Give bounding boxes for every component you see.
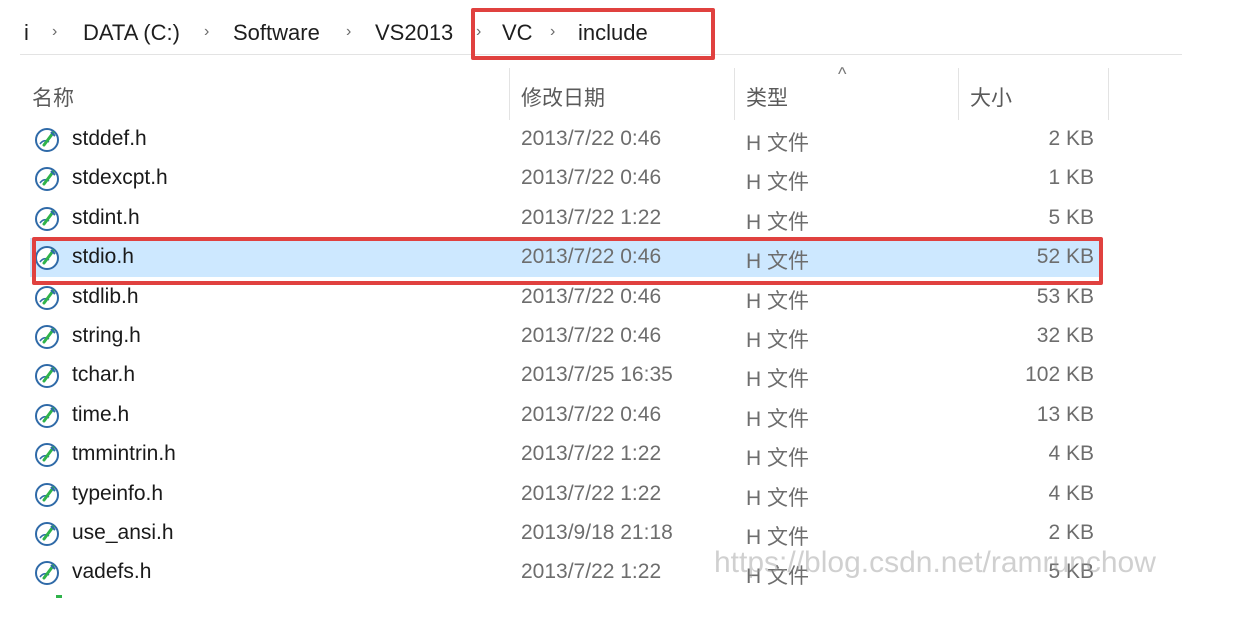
- file-name: typeinfo.h: [72, 481, 164, 505]
- c-header-file-icon: [34, 324, 60, 350]
- file-modified-date: 2013/7/22 1:22: [521, 205, 662, 229]
- file-size: 1 KB: [1048, 166, 1094, 190]
- file-size: 102 KB: [1025, 363, 1094, 387]
- column-header-size[interactable]: 大小: [970, 82, 1012, 112]
- file-name: time.h: [72, 402, 130, 426]
- file-size: 2 KB: [1048, 127, 1094, 150]
- c-header-file-icon: [34, 127, 60, 153]
- file-modified-date: 2013/7/22 1:22: [521, 442, 662, 466]
- file-modified-date: 2013/7/22 0:46: [521, 402, 662, 426]
- column-divider[interactable]: [734, 68, 735, 120]
- c-header-file-icon: [34, 206, 60, 232]
- file-name: stddef.h: [72, 127, 147, 150]
- file-size: 5 KB: [1048, 205, 1094, 229]
- file-name: stdexcpt.h: [72, 166, 168, 190]
- c-header-file-icon: [34, 403, 60, 429]
- breadcrumb-lead-glyph: i: [24, 20, 29, 45]
- breadcrumb-item-data-drive[interactable]: DATA (C:): [83, 20, 180, 46]
- c-header-file-icon: [34, 521, 60, 547]
- sort-ascending-icon: ^: [838, 64, 847, 84]
- breadcrumb-highlight-box: [471, 8, 715, 60]
- file-type: H 文件: [746, 289, 809, 313]
- file-size: 32 KB: [1036, 324, 1094, 347]
- file-modified-date: 2013/7/22 0:46: [521, 284, 662, 308]
- file-type: H 文件: [746, 486, 809, 510]
- file-size: 4 KB: [1048, 481, 1094, 505]
- file-type: H 文件: [746, 329, 809, 352]
- file-type: H 文件: [746, 132, 809, 155]
- c-header-file-icon: [34, 482, 60, 508]
- c-header-file-icon: [34, 166, 60, 192]
- file-row[interactable]: time.h 2013/7/22 0:46 H 文件 13 KB: [30, 396, 1100, 435]
- file-type: H 文件: [746, 447, 809, 471]
- file-type: H 文件: [746, 407, 809, 431]
- breadcrumb-item-software[interactable]: Software: [233, 20, 320, 46]
- column-divider[interactable]: [958, 68, 959, 120]
- file-modified-date: 2013/7/22 0:46: [521, 127, 662, 150]
- file-type: H 文件: [746, 171, 809, 195]
- file-modified-date: 2013/7/22 0:46: [521, 324, 662, 347]
- file-size: 2 KB: [1048, 521, 1094, 544]
- c-header-file-icon: [34, 363, 60, 389]
- file-modified-date: 2013/7/22 0:46: [521, 166, 662, 190]
- c-header-file-icon: [34, 442, 60, 468]
- breadcrumb-chevron-icon[interactable]: ›: [52, 23, 57, 41]
- file-row[interactable]: string.h 2013/7/22 0:46 H 文件 32 KB: [30, 317, 1100, 356]
- breadcrumb-chevron-icon[interactable]: ›: [346, 23, 351, 41]
- file-row[interactable]: tchar.h 2013/7/25 16:35 H 文件 102 KB: [30, 356, 1100, 395]
- file-name: stdint.h: [72, 205, 140, 229]
- column-header-row: 名称 修改日期 类型 ^ 大小: [0, 62, 1248, 120]
- file-row[interactable]: stddef.h 2013/7/22 0:46 H 文件 2 KB: [30, 120, 1100, 159]
- file-size: 13 KB: [1036, 402, 1094, 426]
- file-name: string.h: [72, 324, 141, 347]
- file-size: 53 KB: [1036, 284, 1094, 308]
- file-modified-date: 2013/7/22 1:22: [521, 560, 662, 584]
- c-header-file-icon: [34, 560, 60, 586]
- file-name: tmmintrin.h: [72, 442, 176, 466]
- file-row[interactable]: typeinfo.h 2013/7/22 1:22 H 文件 4 KB: [30, 475, 1100, 514]
- file-name: tchar.h: [72, 363, 136, 387]
- column-header-date[interactable]: 修改日期: [521, 82, 605, 112]
- c-header-file-icon: [34, 285, 60, 311]
- file-modified-date: 2013/7/25 16:35: [521, 363, 673, 387]
- file-name: stdlib.h: [72, 284, 139, 308]
- column-header-name[interactable]: 名称: [32, 82, 74, 112]
- partial-file-icon: [56, 595, 62, 598]
- file-row[interactable]: tmmintrin.h 2013/7/22 1:22 H 文件 4 KB: [30, 435, 1100, 474]
- file-modified-date: 2013/7/22 1:22: [521, 481, 662, 505]
- file-type: H 文件: [746, 210, 809, 234]
- file-row[interactable]: stdexcpt.h 2013/7/22 0:46 H 文件 1 KB: [30, 159, 1100, 198]
- watermark-text: https://blog.csdn.net/ramrunchow: [714, 546, 1156, 579]
- file-name: use_ansi.h: [72, 521, 174, 544]
- column-header-type[interactable]: 类型: [746, 82, 788, 112]
- file-size: 4 KB: [1048, 442, 1094, 466]
- breadcrumb-chevron-icon[interactable]: ›: [204, 23, 209, 41]
- column-divider[interactable]: [509, 68, 510, 120]
- selected-row-highlight-box: [32, 237, 1103, 285]
- file-modified-date: 2013/9/18 21:18: [521, 521, 673, 544]
- column-divider[interactable]: [1108, 68, 1109, 120]
- breadcrumb-item-vs2013[interactable]: VS2013: [375, 20, 453, 46]
- file-type: H 文件: [746, 368, 809, 392]
- file-name: vadefs.h: [72, 560, 152, 584]
- file-row[interactable]: stdint.h 2013/7/22 1:22 H 文件 5 KB: [30, 199, 1100, 238]
